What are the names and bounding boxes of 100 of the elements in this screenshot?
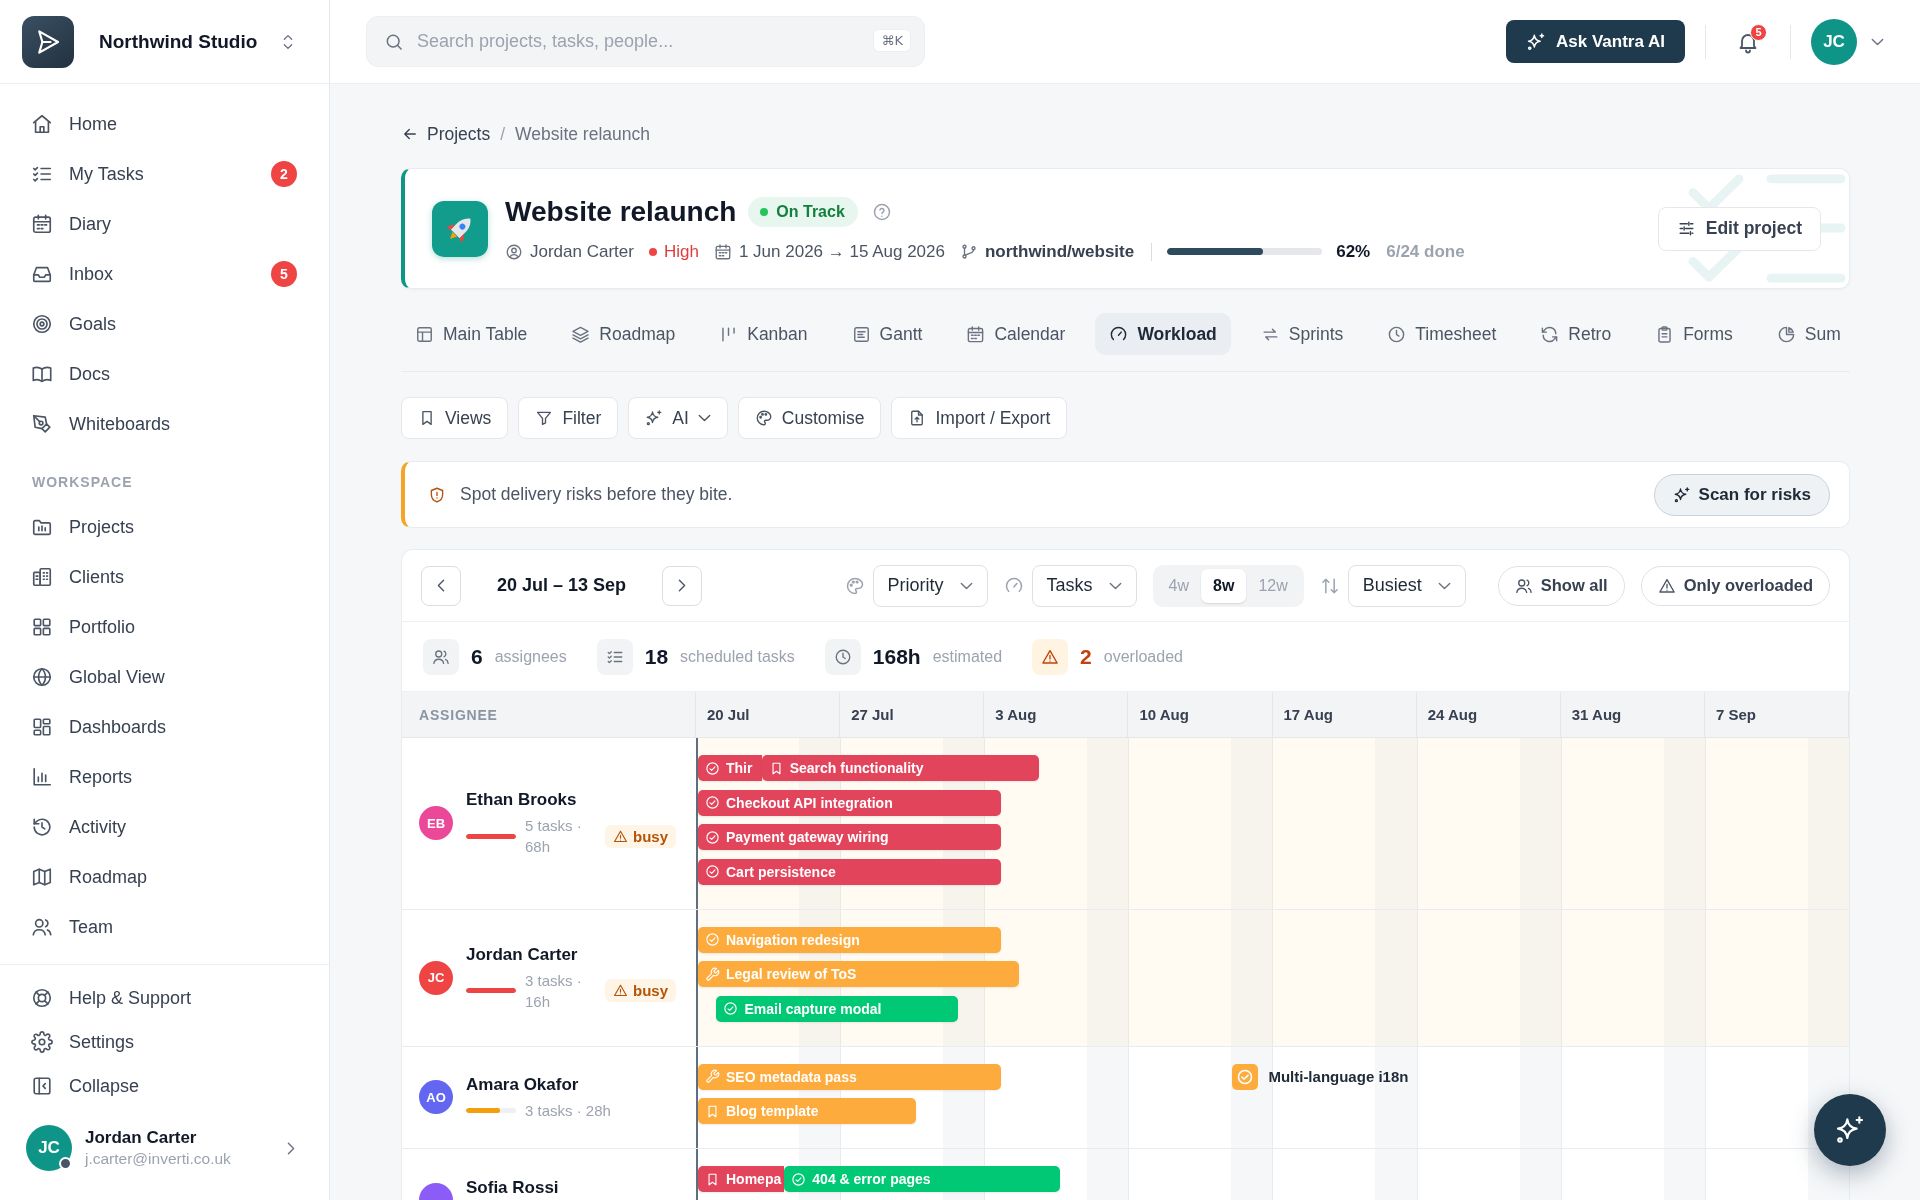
toolbar-button[interactable]: Views xyxy=(401,397,509,439)
filter-toggle[interactable]: Show all xyxy=(1497,565,1625,606)
sidebar-item[interactable]: Inbox 5 xyxy=(12,249,317,299)
pen-tool-icon xyxy=(31,413,53,435)
stat-value: 2 xyxy=(1080,644,1092,669)
stat-label: assignees xyxy=(494,647,567,666)
span-option[interactable]: 8w xyxy=(1201,568,1247,603)
chevron-right-icon[interactable] xyxy=(287,1141,295,1155)
edit-project-button[interactable]: Edit project xyxy=(1657,206,1821,251)
shield-alert-icon xyxy=(428,485,446,504)
unread-count-badge: 5 xyxy=(271,261,297,287)
bookmark-icon xyxy=(705,1103,720,1119)
assignee-summary: 3 tasks · 16h xyxy=(525,970,583,1012)
week-header: 7 Sep xyxy=(1704,692,1849,737)
view-tab[interactable]: Main Table xyxy=(401,313,542,355)
check-circle-icon xyxy=(705,760,720,776)
project-title: Website relaunch xyxy=(505,195,737,228)
toolbar-dropdown[interactable]: AI xyxy=(628,397,728,439)
view-tab[interactable]: Retro xyxy=(1526,313,1626,355)
filter-toggle[interactable]: Only overloaded xyxy=(1640,565,1830,606)
view-tab[interactable]: Kanban xyxy=(705,313,822,355)
view-tab[interactable]: Forms xyxy=(1641,313,1747,355)
sort-dropdown[interactable]: Busiest xyxy=(1347,564,1466,607)
back-link[interactable]: Projects xyxy=(401,123,491,145)
task-bar[interactable]: Homepa xyxy=(698,1166,785,1192)
view-tab[interactable]: Sum xyxy=(1762,313,1850,355)
color-by-dropdown[interactable]: Priority xyxy=(872,564,988,607)
stat-label: overloaded xyxy=(1103,647,1183,666)
chevron-down-icon[interactable] xyxy=(1871,37,1884,46)
warning-icon xyxy=(1657,576,1676,595)
milestone-icon[interactable] xyxy=(1232,1063,1259,1090)
sidebar-item[interactable]: Diary xyxy=(12,199,317,249)
view-tab[interactable]: Roadmap xyxy=(557,313,690,355)
sidebar-item[interactable]: Docs xyxy=(12,349,317,399)
stat-value: 168h xyxy=(872,644,921,669)
check-circle-icon xyxy=(705,932,720,947)
toolbar-button[interactable]: Customise xyxy=(737,397,882,439)
notification-count-badge: 5 xyxy=(1750,23,1767,41)
sidebar-item[interactable]: Goals xyxy=(12,299,317,349)
sidebar-item[interactable]: My Tasks 2 xyxy=(12,149,317,199)
next-button[interactable] xyxy=(662,565,703,606)
measure-dropdown[interactable]: Tasks xyxy=(1031,564,1137,607)
task-bar[interactable]: Checkout API integration xyxy=(698,789,1002,816)
sidebar-item[interactable]: Global View xyxy=(12,652,317,702)
users-icon xyxy=(423,638,459,675)
ask-ai-button[interactable]: Ask Vantra AI xyxy=(1506,20,1685,63)
week-header: 3 Aug xyxy=(984,692,1129,737)
sidebar-item[interactable]: Whiteboards xyxy=(12,399,317,449)
sidebar-item[interactable]: Help & Support xyxy=(12,976,317,1020)
assignee-summary: 5 tasks · 68h xyxy=(525,816,583,858)
scan-risks-button[interactable]: Scan for risks xyxy=(1653,473,1830,516)
view-tab[interactable]: Workload xyxy=(1095,313,1231,355)
task-bar[interactable]: Thir xyxy=(698,755,762,781)
sidebar-item[interactable]: Portfolio xyxy=(12,602,317,652)
stat-label: estimated xyxy=(932,647,1003,666)
toolbar-button[interactable]: Filter xyxy=(518,397,619,439)
toolbar-button[interactable]: Import / Export xyxy=(891,397,1068,439)
pie-chart-icon xyxy=(1776,324,1796,344)
user-name: Jordan Carter xyxy=(85,1128,198,1148)
clock-icon xyxy=(1387,324,1407,344)
user-avatar[interactable]: JC xyxy=(26,1125,72,1171)
sidebar-item[interactable]: Roadmap xyxy=(12,852,317,902)
sidebar-item[interactable]: Dashboards xyxy=(12,702,317,752)
task-bar[interactable]: Cart persistence xyxy=(698,858,1002,885)
view-tab[interactable]: Sprints xyxy=(1246,313,1358,355)
help-icon[interactable] xyxy=(871,201,892,222)
chevron-down-icon xyxy=(1108,581,1122,590)
ai-assistant-button[interactable] xyxy=(1814,1094,1886,1166)
sidebar-item[interactable]: Team xyxy=(12,902,317,952)
week-header: 24 Aug xyxy=(1416,692,1561,737)
overload-label: busy xyxy=(633,827,668,845)
account-avatar[interactable]: JC xyxy=(1811,18,1857,65)
user-email: j.carter@inverti.co.uk xyxy=(85,1150,232,1168)
sidebar-item[interactable]: Clients xyxy=(12,552,317,602)
calendar-icon xyxy=(713,242,732,261)
section-heading: WORKSPACE xyxy=(32,474,133,491)
task-bar[interactable]: Search functionality xyxy=(761,755,1040,781)
previous-button[interactable] xyxy=(421,565,461,606)
users-icon xyxy=(1514,576,1533,595)
chevron-left-icon xyxy=(437,579,445,592)
sidebar-item[interactable]: Home xyxy=(12,99,317,149)
history-icon xyxy=(31,816,53,838)
date-range-label: 20 Jul – 13 Sep xyxy=(497,575,627,596)
workspace-switcher[interactable]: Northwind Studio xyxy=(99,21,307,62)
sidebar-item[interactable]: Projects xyxy=(12,502,317,552)
sidebar-item[interactable]: Collapse xyxy=(12,1064,317,1108)
check-circle-icon xyxy=(723,1001,739,1016)
sidebar-item[interactable]: Reports xyxy=(12,752,317,802)
sidebar-collapse-icon xyxy=(31,1075,53,1097)
refresh-icon xyxy=(1540,324,1560,344)
view-tab[interactable]: Calendar xyxy=(952,313,1080,355)
sidebar-item[interactable]: Activity xyxy=(12,802,317,852)
task-bar[interactable]: Payment gateway wiring xyxy=(698,824,1002,850)
check-circle-icon xyxy=(791,1171,807,1187)
repository-link[interactable]: northwind/website xyxy=(984,241,1135,262)
view-tab[interactable]: Timesheet xyxy=(1373,313,1511,355)
chevron-down-icon xyxy=(959,581,973,590)
view-tab[interactable]: Gantt xyxy=(837,313,937,355)
notifications-button[interactable]: 5 xyxy=(1726,19,1770,64)
sidebar-item[interactable]: Settings xyxy=(12,1020,317,1064)
